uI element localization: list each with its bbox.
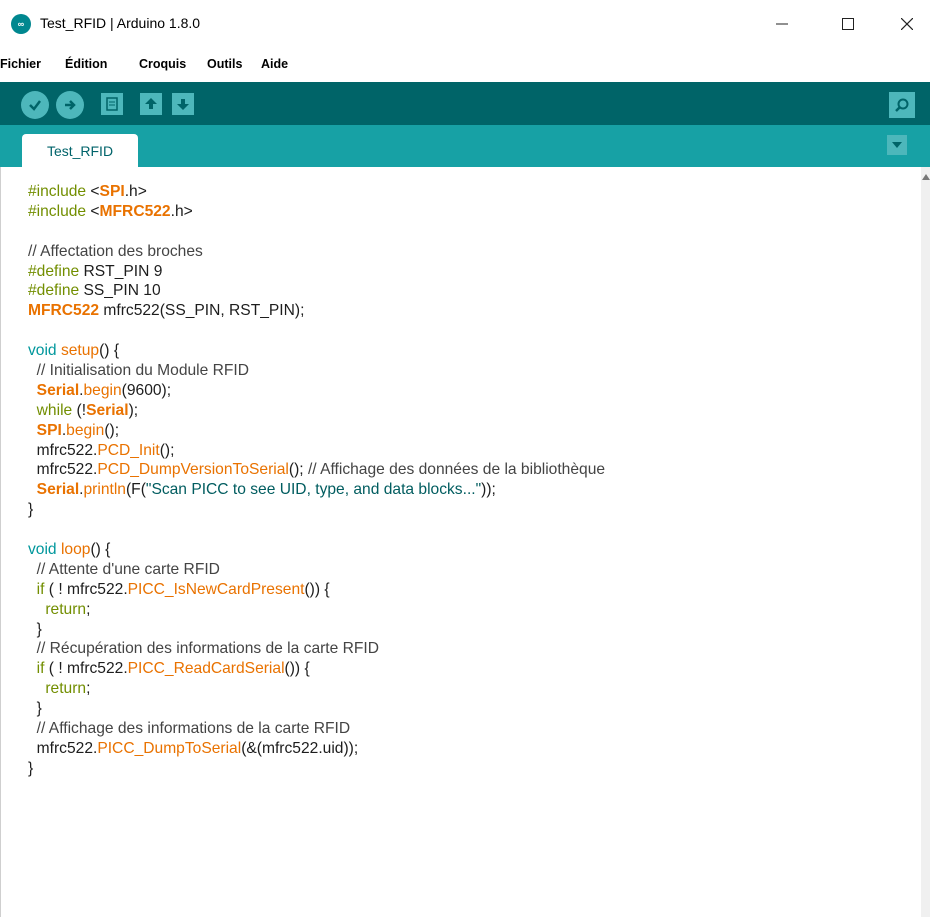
code-line: #define RST_PIN 9	[28, 262, 163, 280]
tab-menu-button[interactable]	[887, 135, 907, 155]
tab-bar: Test_RFID	[0, 125, 930, 167]
menu-edition[interactable]: Édition	[65, 57, 107, 71]
serial-monitor-icon	[895, 98, 909, 112]
code-line: #define SS_PIN 10	[28, 282, 161, 300]
verify-button[interactable]	[21, 91, 49, 119]
tab-test-rfid[interactable]: Test_RFID	[22, 134, 138, 167]
code-line: MFRC522 mfrc522(SS_PIN, RST_PIN);	[28, 302, 305, 320]
arduino-logo-icon: ∞	[11, 14, 31, 34]
code-line: void setup() {	[28, 342, 120, 360]
minimize-button[interactable]	[759, 6, 805, 42]
minimize-icon	[776, 23, 788, 25]
code-line: Serial.println(F("Scan PICC to see UID, …	[36, 481, 496, 499]
upload-icon	[65, 100, 76, 110]
code-line: mfrc522.PCD_DumpVersionToSerial(); // Af…	[28, 461, 606, 479]
code-line: ​	[28, 222, 605, 242]
menu-bar: Fichier Édition Croquis Outils Aide	[0, 47, 930, 82]
code-line: // Affectation des broches	[28, 242, 203, 260]
code-line: Serial.begin(9600);	[36, 381, 172, 399]
code-text[interactable]: #include <SPI.h>#include <MFRC522.h>​// …	[28, 182, 605, 779]
code-editor[interactable]: #include <SPI.h>#include <MFRC522.h>​// …	[0, 167, 930, 917]
maximize-button[interactable]	[825, 6, 871, 42]
code-line: return;	[45, 600, 91, 618]
code-line: #include <MFRC522.h>	[28, 202, 193, 220]
serial-monitor-button[interactable]	[889, 92, 915, 118]
verify-icon	[29, 100, 41, 111]
new-button[interactable]	[101, 93, 123, 115]
code-line: while (!Serial);	[36, 401, 139, 419]
code-line: ​	[28, 321, 605, 341]
menu-outils[interactable]: Outils	[207, 57, 242, 71]
scroll-up-icon	[922, 174, 930, 180]
code-line: // Attente d'une carte RFID	[36, 560, 220, 578]
code-line: mfrc522.PICC_DumpToSerial(&(mfrc522.uid)…	[28, 739, 359, 757]
code-line: // Affichage des informations de la cart…	[36, 720, 351, 738]
close-button[interactable]	[884, 6, 930, 42]
open-icon	[145, 98, 157, 109]
code-line: // Initialisation du Module RFID	[36, 362, 250, 380]
code-line: // Récupération des informations de la c…	[36, 640, 380, 658]
open-button[interactable]	[140, 93, 162, 115]
toolbar	[0, 82, 930, 125]
save-button[interactable]	[172, 93, 194, 115]
code-line: mfrc522.PCD_Init();	[28, 441, 175, 459]
menu-fichier[interactable]: Fichier	[0, 57, 41, 71]
code-line: SPI.begin();	[36, 421, 120, 439]
title-bar: ∞ Test_RFID | Arduino 1.8.0	[0, 0, 930, 47]
menu-aide[interactable]: Aide	[261, 57, 288, 71]
window-title: Test_RFID | Arduino 1.8.0	[40, 15, 201, 31]
code-line: }	[28, 620, 42, 638]
code-line: if ( ! mfrc522.PICC_IsNewCardPresent()) …	[36, 580, 330, 598]
code-line: }	[28, 501, 34, 519]
maximize-icon	[842, 18, 854, 30]
save-icon	[177, 99, 189, 110]
close-icon	[901, 18, 913, 30]
chevron-down-icon	[892, 142, 902, 148]
code-line: ​	[28, 520, 605, 540]
scroll-up-button[interactable]	[922, 173, 930, 181]
new-icon	[106, 97, 118, 111]
code-line: return;	[45, 680, 91, 698]
code-line: void loop() {	[28, 541, 111, 559]
code-line: }	[28, 700, 42, 718]
code-line: if ( ! mfrc522.PICC_ReadCardSerial()) {	[36, 660, 310, 678]
code-line: #include <SPI.h>	[28, 183, 147, 200]
vertical-scrollbar[interactable]	[921, 167, 930, 917]
upload-button[interactable]	[56, 91, 84, 119]
menu-croquis[interactable]: Croquis	[139, 57, 186, 71]
code-line: }	[28, 759, 34, 777]
